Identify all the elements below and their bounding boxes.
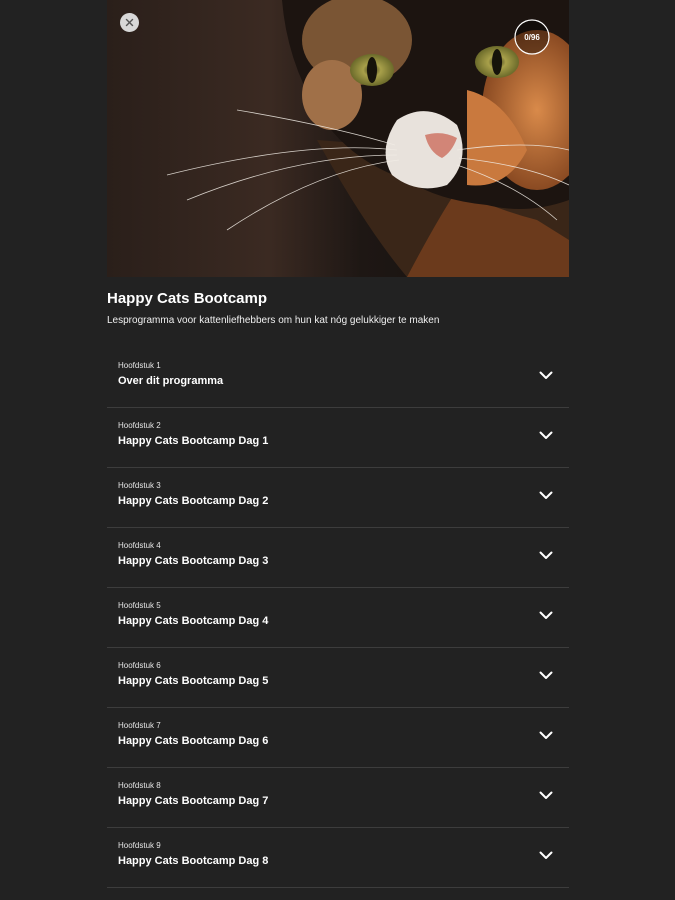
chapter-number: Hoofdstuk 4 — [118, 541, 161, 550]
chapter-item[interactable]: Hoofdstuk 7 Happy Cats Bootcamp Dag 6 — [107, 708, 569, 768]
chevron-down-icon[interactable] — [537, 546, 555, 564]
chapter-item[interactable]: Hoofdstuk 2 Happy Cats Bootcamp Dag 1 — [107, 408, 569, 468]
program-title: Happy Cats Bootcamp — [107, 290, 268, 307]
chapter-item[interactable]: Hoofdstuk 4 Happy Cats Bootcamp Dag 3 — [107, 528, 569, 588]
chapter-number: Hoofdstuk 2 — [118, 421, 161, 430]
chapter-number: Hoofdstuk 8 — [118, 781, 161, 790]
chapter-item[interactable]: Hoofdstuk 1 Over dit programma — [107, 348, 569, 408]
chapter-title: Happy Cats Bootcamp Dag 3 — [118, 555, 269, 567]
chevron-down-icon[interactable] — [537, 486, 555, 504]
chevron-down-icon[interactable] — [537, 426, 555, 444]
chapter-item[interactable]: Hoofdstuk 9 Happy Cats Bootcamp Dag 8 — [107, 828, 569, 888]
chapter-title: Happy Cats Bootcamp Dag 1 — [118, 435, 269, 447]
chapter-number: Hoofdstuk 3 — [118, 481, 161, 490]
chapter-title: Happy Cats Bootcamp Dag 5 — [118, 675, 269, 687]
chapter-number: Hoofdstuk 9 — [118, 841, 161, 850]
chevron-down-icon[interactable] — [537, 606, 555, 624]
chapter-title: Happy Cats Bootcamp Dag 6 — [118, 735, 269, 747]
close-button[interactable] — [120, 13, 139, 32]
close-icon — [125, 18, 134, 27]
chapter-item[interactable]: Hoofdstuk 6 Happy Cats Bootcamp Dag 5 — [107, 648, 569, 708]
chevron-down-icon[interactable] — [537, 666, 555, 684]
chapter-item[interactable]: Hoofdstuk 3 Happy Cats Bootcamp Dag 2 — [107, 468, 569, 528]
progress-count: 0/96 — [524, 32, 540, 42]
chapter-item[interactable]: Hoofdstuk 8 Happy Cats Bootcamp Dag 7 — [107, 768, 569, 828]
chapter-number: Hoofdstuk 6 — [118, 661, 161, 670]
progress-indicator: 0/96 — [513, 18, 551, 56]
hero-image: 0/96 — [107, 0, 569, 277]
chapter-title: Over dit programma — [118, 375, 224, 387]
chevron-down-icon[interactable] — [537, 366, 555, 384]
cat-photo — [107, 0, 569, 277]
chapter-title: Happy Cats Bootcamp Dag 7 — [118, 795, 269, 807]
chapter-number: Hoofdstuk 7 — [118, 721, 161, 730]
chevron-down-icon[interactable] — [537, 846, 555, 864]
chevron-down-icon[interactable] — [537, 786, 555, 804]
chapter-title: Happy Cats Bootcamp Dag 2 — [118, 495, 269, 507]
chapter-list: Hoofdstuk 1 Over dit programma Hoofdstuk… — [107, 348, 569, 888]
chapter-title: Happy Cats Bootcamp Dag 4 — [118, 615, 269, 627]
program-subtitle: Lesprogramma voor kattenliefhebbers om h… — [107, 315, 440, 326]
chapter-number: Hoofdstuk 1 — [118, 361, 161, 370]
chevron-down-icon[interactable] — [537, 726, 555, 744]
chapter-title: Happy Cats Bootcamp Dag 8 — [118, 855, 269, 867]
chapter-item[interactable]: Hoofdstuk 5 Happy Cats Bootcamp Dag 4 — [107, 588, 569, 648]
app-screen: 0/96 Happy Cats Bootcamp Lesprogramma vo… — [0, 0, 675, 900]
program-content: 0/96 Happy Cats Bootcamp Lesprogramma vo… — [107, 0, 569, 888]
chapter-number: Hoofdstuk 5 — [118, 601, 161, 610]
